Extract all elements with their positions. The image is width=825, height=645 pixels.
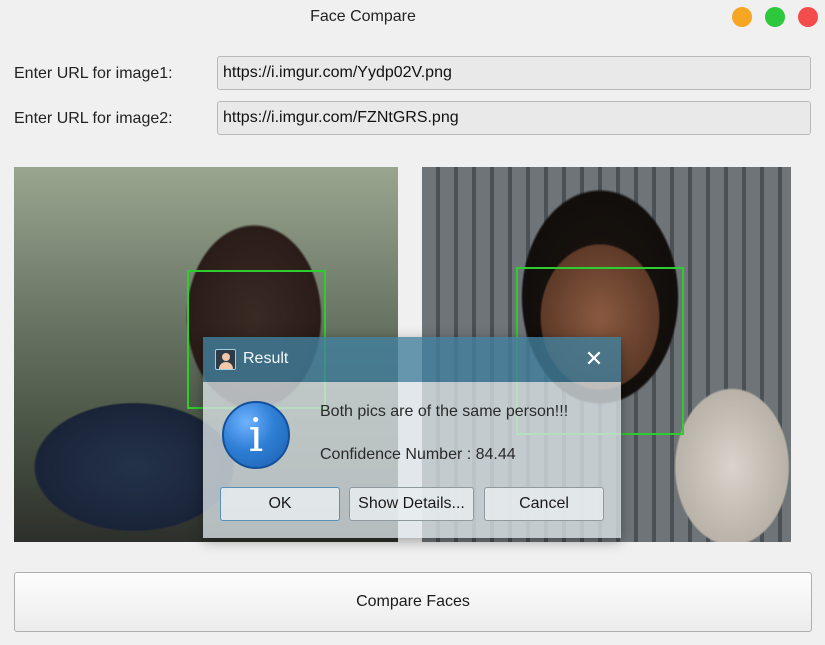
close-button[interactable] (798, 7, 818, 27)
compare-faces-button[interactable]: Compare Faces (14, 572, 812, 632)
show-details-button[interactable]: Show Details... (349, 487, 474, 521)
ok-button[interactable]: OK (220, 487, 340, 521)
window-title: Face Compare (310, 8, 416, 25)
image1-url-label: Enter URL for image1: (14, 65, 173, 82)
confidence-text: Confidence Number : 84.44 (320, 446, 516, 463)
cancel-button[interactable]: Cancel (484, 487, 604, 521)
result-message: Both pics are of the same person!!! (320, 403, 569, 420)
close-icon[interactable]: ✕ (579, 345, 609, 375)
app-window: Face Compare Enter URL for image1: Enter… (0, 0, 825, 645)
dialog-title-bar: Result ✕ (203, 337, 621, 382)
image1-url-input[interactable] (217, 56, 811, 90)
image2-url-input[interactable] (217, 101, 811, 135)
maximize-button[interactable] (765, 7, 785, 27)
result-dialog: Result ✕ i Both pics are of the same per… (203, 337, 621, 538)
image2-url-label: Enter URL for image2: (14, 110, 173, 127)
dialog-title: Result (243, 350, 289, 367)
title-bar: Face Compare (0, 0, 825, 36)
minimize-button[interactable] (732, 7, 752, 27)
app-icon (215, 349, 236, 370)
info-icon: i (222, 401, 290, 469)
